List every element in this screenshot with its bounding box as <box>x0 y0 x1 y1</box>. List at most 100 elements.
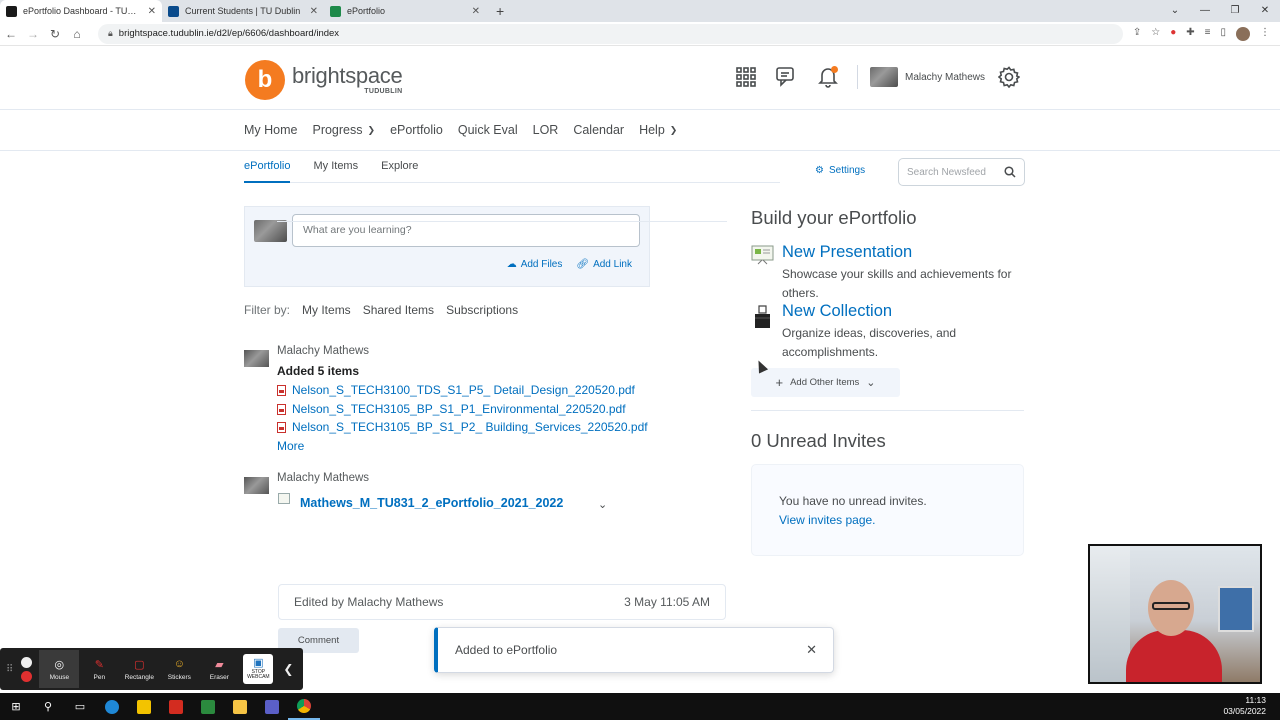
close-tab-icon[interactable]: ✕ <box>148 6 156 17</box>
edge-browser-icon[interactable] <box>96 693 128 720</box>
system-clock[interactable]: 11:13 03/05/2022 <box>1223 695 1266 717</box>
pause-icon[interactable] <box>20 656 32 668</box>
link-icon: 🔗︎ <box>576 259 590 270</box>
windows-start-icon[interactable]: ⊞ <box>0 693 32 720</box>
forward-icon[interactable]: → <box>22 27 44 41</box>
project-app-icon[interactable] <box>192 693 224 720</box>
tab-search-icon[interactable]: ⌄ <box>1160 0 1190 22</box>
address-bar[interactable]: 🔒︎ brightspace.tudublin.ie/d2l/ep/6606/d… <box>98 23 1123 44</box>
settings-link[interactable]: ⚙ Settings <box>815 165 865 176</box>
nav-calendar[interactable]: Calendar <box>573 123 624 137</box>
view-invites-link[interactable]: View invites page. <box>779 511 1023 530</box>
collapse-toolbar-icon[interactable]: ❮ <box>283 662 293 676</box>
tool-eraser[interactable]: ▰ Eraser <box>199 657 239 682</box>
reading-list-icon[interactable]: ≡ <box>1205 27 1211 41</box>
close-tab-icon[interactable]: ✕ <box>310 6 318 17</box>
tab-eportfolio[interactable]: ePortfolio ✕ <box>324 0 486 22</box>
filter-subscriptions[interactable]: Subscriptions <box>446 303 518 317</box>
puzzle-icon[interactable]: ✚ <box>1186 27 1194 41</box>
search-icon[interactable] <box>1004 166 1016 178</box>
course-selector-grid-icon[interactable] <box>734 65 758 89</box>
author-name[interactable]: Malachy Mathews <box>277 472 369 484</box>
share-icon[interactable]: ⇪ <box>1133 27 1141 41</box>
settings-label: Settings <box>828 165 866 176</box>
post-composer: What are you learning? ☁ Add Files 🔗︎ Ad… <box>244 206 650 287</box>
user-avatar[interactable] <box>870 67 898 87</box>
tool-rectangle[interactable]: ▢ Rectangle <box>119 657 159 682</box>
file-link[interactable]: Nelson_S_TECH3100_TDS_S1_P5_ Detail_Desi… <box>277 383 635 397</box>
tab-current-students[interactable]: Current Students | TU Dublin ✕ <box>162 0 324 22</box>
subtab-eportfolio[interactable]: ePortfolio <box>244 160 291 183</box>
subtab-my-items[interactable]: My Items <box>313 160 358 183</box>
tool-mouse[interactable]: ◎ Mouse <box>39 650 80 688</box>
nav-help[interactable]: Help ❯ <box>639 123 677 137</box>
drag-handle-icon[interactable]: ⠿ <box>6 664 13 675</box>
author-avatar <box>244 350 269 367</box>
filter-label: Filter by: <box>244 303 291 317</box>
settings-gear-icon[interactable] <box>997 65 1021 89</box>
close-tab-icon[interactable]: ✕ <box>472 6 480 17</box>
filter-shared-items[interactable]: Shared Items <box>363 303 434 317</box>
new-presentation-link[interactable]: New Presentation <box>782 243 912 262</box>
add-other-items-button[interactable]: + Add Other Items ⌄ <box>751 368 900 397</box>
nav-label: Calendar <box>573 123 625 137</box>
add-files-button[interactable]: ☁ Add Files <box>507 259 563 270</box>
nav-eportfolio[interactable]: ePortfolio <box>390 123 443 137</box>
acrobat-icon[interactable] <box>160 693 192 720</box>
main-navbar: My Home Progress ❯ ePortfolio Quick Eval … <box>0 110 1280 151</box>
nav-progress[interactable]: Progress ❯ <box>312 123 375 137</box>
restore-icon[interactable]: ❐ <box>1220 0 1250 22</box>
webcam-overlay[interactable] <box>1088 544 1262 684</box>
bookmark-star-icon[interactable]: ☆ <box>1151 27 1160 41</box>
sidebar-icon[interactable]: ▯ <box>1220 27 1226 41</box>
nav-my-home[interactable]: My Home <box>244 123 297 137</box>
search-input[interactable] <box>907 166 999 178</box>
tab-eportfolio-dashboard[interactable]: ePortfolio Dashboard - TUDublin ✕ <box>0 0 162 22</box>
search-icon[interactable]: ⚲ <box>32 693 64 720</box>
back-icon[interactable]: ← <box>0 27 22 41</box>
author-name[interactable]: Malachy Mathews <box>277 345 369 357</box>
tool-label: Pen <box>93 674 106 681</box>
right-divider <box>751 410 1024 411</box>
store-icon[interactable] <box>128 693 160 720</box>
stop-webcam-button[interactable]: ▣ STOP WEBCAM <box>243 654 274 684</box>
message-alerts-icon[interactable] <box>775 65 799 89</box>
home-icon[interactable]: ⌂ <box>66 27 88 41</box>
stop-recording-icon[interactable] <box>20 670 32 682</box>
presentation-link[interactable]: Mathews_M_TU831_2_ePortfolio_2021_2022 <box>300 496 563 510</box>
user-name[interactable]: Malachy Mathews <box>905 72 985 83</box>
chrome-icon[interactable] <box>288 693 320 720</box>
task-view-icon[interactable]: ▭ <box>64 693 96 720</box>
webcam-label: STOP WEBCAM <box>247 668 270 681</box>
lock-icon[interactable]: 🔒︎ <box>108 28 113 39</box>
pdf-file-icon <box>277 384 286 396</box>
subtab-explore[interactable]: Explore <box>381 160 418 183</box>
tool-stickers[interactable]: ☺ Stickers <box>159 657 199 681</box>
file-explorer-icon[interactable] <box>224 693 256 720</box>
add-link-button[interactable]: 🔗︎ Add Link <box>576 259 632 270</box>
new-tab-button[interactable]: + <box>486 0 514 22</box>
browser-toolbar: ← → ↻ ⌂ 🔒︎ brightspace.tudublin.ie/d2l/e… <box>0 22 1280 46</box>
tool-pen[interactable]: ✎ Pen <box>79 657 119 682</box>
new-collection-link[interactable]: New Collection <box>782 302 892 321</box>
close-window-icon[interactable]: ✕ <box>1250 0 1280 22</box>
more-link[interactable]: More <box>277 439 304 453</box>
menu-kebab-icon[interactable]: ⋮ <box>1260 27 1270 41</box>
notification-bell-icon[interactable] <box>816 65 840 89</box>
reflection-input[interactable]: What are you learning? <box>292 214 640 247</box>
filter-my-items[interactable]: My Items <box>302 303 351 317</box>
chevron-down-icon[interactable]: ⌄ <box>598 498 607 511</box>
file-link[interactable]: Nelson_S_TECH3105_BP_S1_P2_ Building_Ser… <box>277 420 648 434</box>
add-files-label: Add Files <box>520 259 563 270</box>
file-link[interactable]: Nelson_S_TECH3105_BP_S1_P1_Environmental… <box>277 402 626 416</box>
brightspace-logo[interactable]: b brightspace TUDUBLIN <box>245 60 403 100</box>
minimize-icon[interactable]: — <box>1190 0 1220 22</box>
nav-quick-eval[interactable]: Quick Eval <box>458 123 518 137</box>
extension-record-icon[interactable]: ● <box>1170 27 1176 41</box>
teams-icon[interactable] <box>256 693 288 720</box>
profile-avatar-icon[interactable] <box>1236 26 1250 41</box>
nav-lor[interactable]: LOR <box>533 123 559 137</box>
close-icon[interactable]: ✕ <box>806 642 817 658</box>
unread-invites-heading: 0 Unread Invites <box>751 430 886 451</box>
reload-icon[interactable]: ↻ <box>44 27 66 41</box>
